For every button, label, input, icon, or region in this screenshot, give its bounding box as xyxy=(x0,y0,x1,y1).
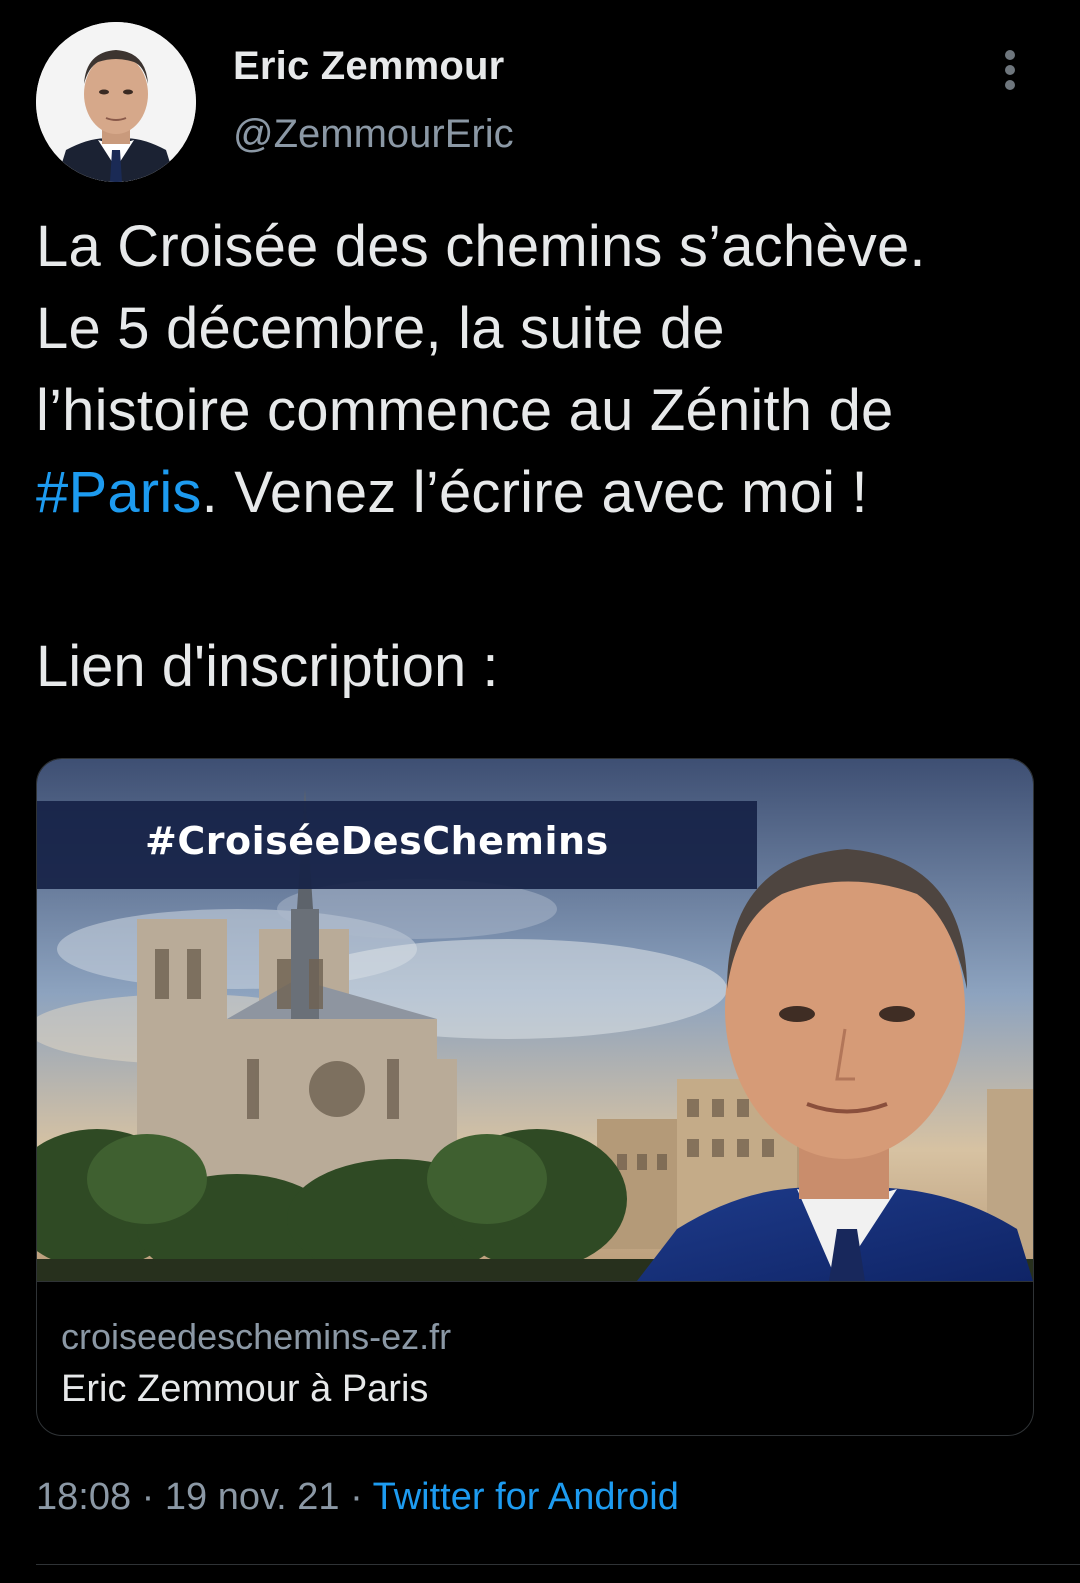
tweet-time[interactable]: 18:08 xyxy=(36,1476,131,1518)
card-title: Eric Zemmour à Paris xyxy=(61,1368,429,1410)
tweet-meta: 18:08 · 19 nov. 21 · Twitter for Android xyxy=(36,1476,679,1519)
link-card[interactable]: #CroiséeDesChemins croiseedeschemins-ez.… xyxy=(36,758,1034,1436)
more-options-icon[interactable] xyxy=(988,44,1032,96)
tweet-source-link[interactable]: Twitter for Android xyxy=(373,1476,679,1518)
card-image[interactable]: #CroiséeDesChemins xyxy=(37,759,1033,1281)
tweet-subtext: Lien d'inscription : xyxy=(36,634,499,699)
meta-separator: · xyxy=(131,1476,165,1518)
tweet-date[interactable]: 19 nov. 21 xyxy=(165,1476,340,1518)
more-dot xyxy=(1005,80,1015,90)
tweet-line: l’histoire commence au Zénith de xyxy=(36,378,894,443)
tweet-text: La Croisée des chemins s’achève. Le 5 dé… xyxy=(36,206,1046,534)
author-name[interactable]: Eric Zemmour xyxy=(233,44,504,89)
divider xyxy=(36,1564,1080,1565)
tweet-line-rest: . Venez l’écrire avec moi ! xyxy=(201,460,868,525)
author-avatar[interactable] xyxy=(36,22,196,182)
tweet-line: La Croisée des chemins s’achève. xyxy=(36,214,926,279)
tweet-line: Le 5 décembre, la suite de xyxy=(36,296,725,361)
card-hashtag-text: #CroiséeDesChemins xyxy=(145,819,609,863)
more-dot xyxy=(1005,50,1015,60)
meta-separator: · xyxy=(339,1476,373,1518)
hashtag-link[interactable]: #Paris xyxy=(36,460,202,525)
author-handle[interactable]: @ZemmourEric xyxy=(233,112,514,157)
tweet: Eric Zemmour @ZemmourEric La Croisée des… xyxy=(0,0,1080,1583)
avatar-portrait xyxy=(36,22,196,182)
card-domain: croiseedeschemins-ez.fr xyxy=(61,1316,452,1357)
card-hashtag-banner: #CroiséeDesChemins xyxy=(37,801,757,889)
tweet-line: #Paris. Venez l’écrire avec moi ! xyxy=(36,452,1046,534)
more-dot xyxy=(1005,65,1015,75)
card-meta: croiseedeschemins-ez.fr Eric Zemmour à P… xyxy=(37,1281,1033,1435)
